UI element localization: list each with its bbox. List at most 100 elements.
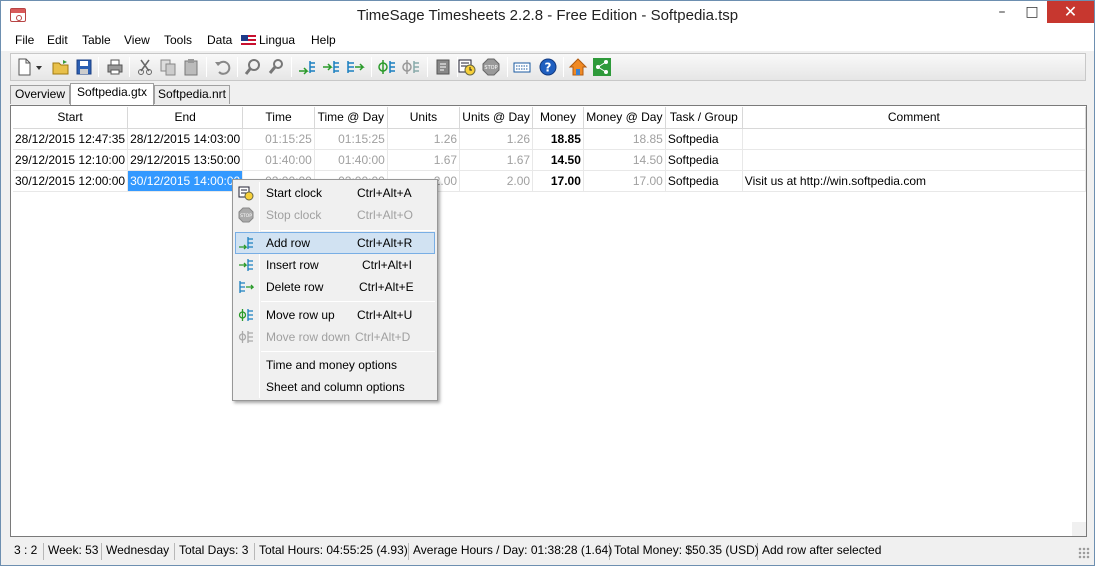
help-icon[interactable]: ?: [538, 57, 558, 77]
open-folder-icon[interactable]: [51, 57, 71, 77]
status-message: Add row after selected: [762, 543, 882, 557]
menu-item-label: Sheet and column options: [266, 380, 405, 394]
copy-icon[interactable]: [158, 57, 178, 77]
status-position: 3 : 2: [10, 543, 44, 560]
table-row[interactable]: 29/12/2015 12:10:00 29/12/2015 13:50:00 …: [13, 149, 1086, 171]
cell-time-day[interactable]: 01:40:00: [314, 149, 388, 171]
menu-bar: File Edit Table View Tools Data Lingua H…: [1, 31, 1094, 51]
cell-units-day[interactable]: 1.67: [459, 149, 534, 171]
cell-money-day[interactable]: 17.00: [583, 170, 666, 192]
column-header-comment[interactable]: Comment: [742, 107, 1086, 129]
menu-edit[interactable]: Edit: [47, 33, 68, 47]
save-icon[interactable]: [74, 57, 94, 77]
svg-text:STOP: STOP: [484, 65, 497, 71]
cell-start[interactable]: 28/12/2015 12:47:35: [13, 128, 129, 150]
undo-icon[interactable]: [212, 57, 232, 77]
window-title: TimeSage Timesheets 2.2.8 - Free Edition…: [356, 7, 739, 24]
menu-item-sheet-column-options[interactable]: Sheet and column options: [235, 376, 435, 398]
column-header-time[interactable]: Time: [242, 107, 315, 129]
keyboard-icon[interactable]: [512, 57, 532, 77]
column-header-money-day[interactable]: Money @ Day: [583, 107, 666, 129]
notes-icon[interactable]: [433, 57, 453, 77]
cell-money-day[interactable]: 18.85: [583, 128, 666, 150]
minimize-button[interactable]: –: [987, 1, 1017, 23]
title-bar[interactable]: TimeSage Timesheets 2.2.8 - Free Edition…: [1, 1, 1094, 31]
cell-money[interactable]: 14.50: [532, 149, 584, 171]
cell-start[interactable]: 29/12/2015 12:10:00: [13, 149, 129, 171]
resize-grip-icon[interactable]: [1078, 547, 1090, 559]
cell-time[interactable]: 01:15:25: [242, 128, 315, 150]
tab-overview[interactable]: Overview: [10, 85, 70, 104]
cell-end[interactable]: 29/12/2015 13:50:00: [127, 149, 244, 171]
cell-money-day[interactable]: 14.50: [583, 149, 666, 171]
cell-time-day[interactable]: 01:15:25: [314, 128, 388, 150]
menu-data[interactable]: Data: [207, 33, 232, 47]
cell-units-day[interactable]: 2.00: [459, 170, 534, 192]
cell-task[interactable]: Softpedia: [665, 149, 743, 171]
column-header-money[interactable]: Money: [532, 107, 584, 129]
home-icon[interactable]: [568, 57, 588, 77]
new-document-icon[interactable]: [14, 57, 34, 77]
replace-icon[interactable]: [266, 57, 286, 77]
column-header-units-day[interactable]: Units @ Day: [459, 107, 534, 129]
cell-start[interactable]: 30/12/2015 12:00:00: [13, 170, 129, 192]
menu-item-move-row-down[interactable]: Move row down Ctrl+Alt+D: [235, 326, 435, 348]
toolbar-separator: [129, 57, 130, 77]
column-header-time-day[interactable]: Time @ Day: [314, 107, 388, 129]
tab-softpedia-nrt[interactable]: Softpedia.nrt: [154, 85, 230, 104]
menu-view[interactable]: View: [124, 33, 150, 47]
dropdown-arrow-icon[interactable]: [34, 57, 44, 77]
close-button[interactable]: ✕: [1047, 1, 1094, 23]
menu-table[interactable]: Table: [82, 33, 111, 47]
column-header-end[interactable]: End: [127, 107, 244, 129]
timesheet-grid[interactable]: Start End Time Time @ Day Units Units @ …: [10, 105, 1087, 537]
table-row[interactable]: 28/12/2015 12:47:35 28/12/2015 14:03:00 …: [13, 128, 1086, 150]
toolbar-separator: [563, 57, 564, 77]
cell-task[interactable]: Softpedia: [665, 170, 743, 192]
menu-item-delete-row[interactable]: Delete row Ctrl+Alt+E: [235, 276, 435, 298]
menu-help[interactable]: Help: [311, 33, 336, 47]
menu-item-stop-clock[interactable]: STOP Stop clock Ctrl+Alt+O: [235, 204, 435, 226]
menu-item-add-row[interactable]: Add row Ctrl+Alt+R: [235, 232, 435, 254]
cell-units[interactable]: 1.67: [387, 149, 461, 171]
cell-money[interactable]: 18.85: [532, 128, 584, 150]
cell-end-selected[interactable]: 30/12/2015 14:00:00: [127, 170, 244, 192]
cell-units-day[interactable]: 1.26: [459, 128, 534, 150]
column-header-task-group[interactable]: Task / Group: [665, 107, 743, 129]
menu-item-time-money-options[interactable]: Time and money options: [235, 354, 435, 376]
column-header-start[interactable]: Start: [13, 107, 129, 129]
insert-row-icon[interactable]: [321, 57, 341, 77]
cell-comment[interactable]: Visit us at http://win.softpedia.com: [742, 170, 1086, 192]
cut-icon[interactable]: [135, 57, 155, 77]
stop-clock-icon[interactable]: STOP: [481, 57, 501, 77]
cell-task[interactable]: Softpedia: [665, 128, 743, 150]
find-icon[interactable]: [243, 57, 263, 77]
menu-file[interactable]: File: [15, 33, 34, 47]
move-row-up-icon[interactable]: [377, 57, 397, 77]
add-row-icon[interactable]: [297, 57, 317, 77]
menu-item-insert-row[interactable]: Insert row Ctrl+Alt+I: [235, 254, 435, 276]
cell-comment[interactable]: [742, 149, 1086, 171]
status-total-days: Total Days: 3: [175, 543, 255, 560]
cell-units[interactable]: 1.26: [387, 128, 461, 150]
menu-item-label: Delete row: [266, 280, 324, 294]
table-row[interactable]: 30/12/2015 12:00:00 30/12/2015 14:00:00 …: [13, 170, 1086, 192]
move-row-down-icon[interactable]: [401, 57, 421, 77]
delete-row-icon[interactable]: [345, 57, 365, 77]
move-row-down-icon: [238, 331, 253, 343]
menu-lingua[interactable]: Lingua: [241, 33, 295, 47]
menu-item-start-clock[interactable]: Start clock Ctrl+Alt+A: [235, 182, 435, 204]
cell-comment[interactable]: [742, 128, 1086, 150]
share-icon[interactable]: [592, 57, 612, 77]
cell-end[interactable]: 28/12/2015 14:03:00: [127, 128, 244, 150]
paste-icon[interactable]: [181, 57, 201, 77]
column-header-units[interactable]: Units: [387, 107, 461, 129]
menu-tools[interactable]: Tools: [164, 33, 192, 47]
maximize-button[interactable]: □: [1017, 1, 1047, 23]
cell-time[interactable]: 01:40:00: [242, 149, 315, 171]
cell-money[interactable]: 17.00: [532, 170, 584, 192]
menu-item-move-row-up[interactable]: Move row up Ctrl+Alt+U: [235, 304, 435, 326]
print-icon[interactable]: [105, 57, 125, 77]
tab-softpedia-gtx[interactable]: Softpedia.gtx: [70, 83, 154, 105]
start-clock-icon[interactable]: [457, 57, 477, 77]
